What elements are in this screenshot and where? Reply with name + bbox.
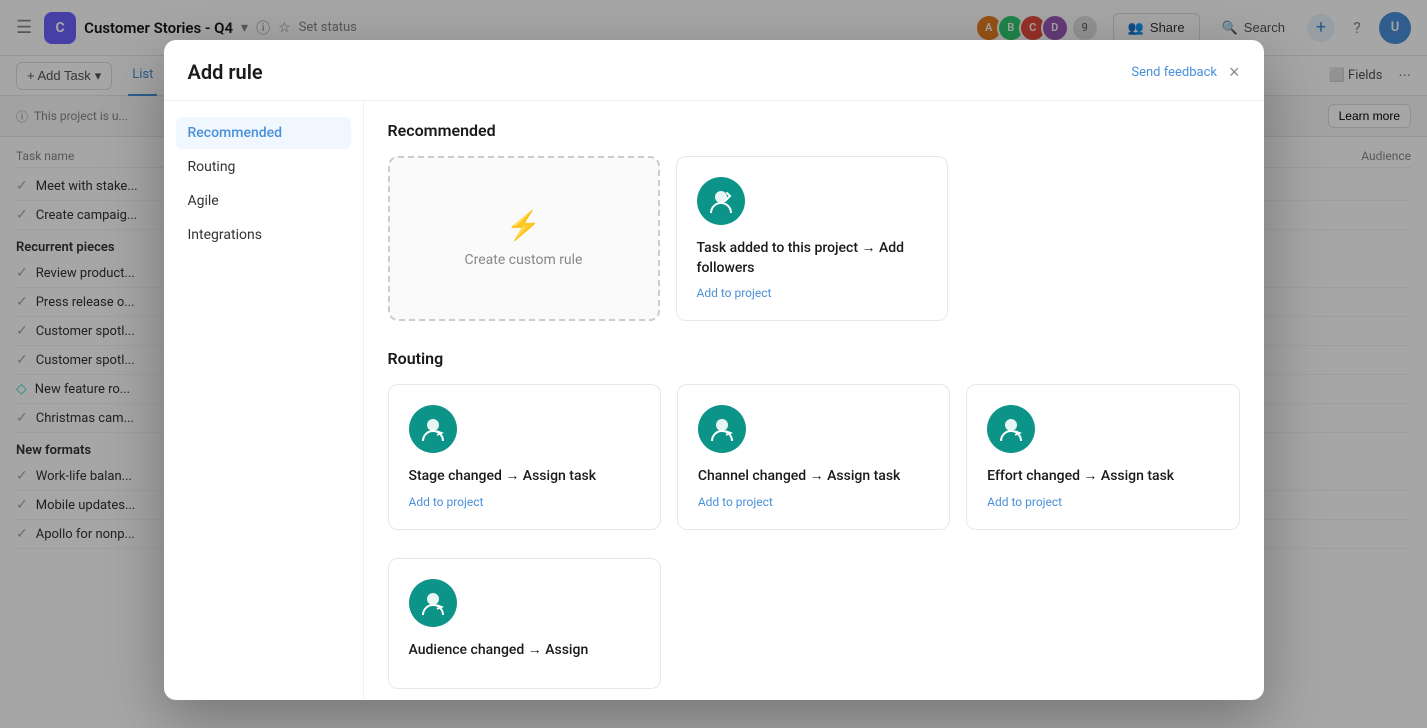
stage-changed-title: Stage changed → Assign task: [409, 467, 640, 487]
routing-section-title: Routing: [388, 349, 1240, 368]
lightning-icon: ⚡: [506, 209, 541, 242]
routing-section: Routing Stage changed → Ass: [388, 349, 1240, 689]
audience-changed-icon: [409, 579, 457, 627]
effort-changed-title: Effort changed → Assign task: [987, 467, 1218, 487]
recommended-section-title: Recommended: [388, 121, 1240, 140]
effort-changed-icon: [987, 405, 1035, 453]
close-button[interactable]: ×: [1229, 62, 1240, 83]
modal-header-actions: Send feedback ×: [1131, 62, 1239, 83]
sidebar-item-integrations[interactable]: Integrations: [176, 219, 351, 251]
recommended-grid: ⚡ Create custom rule Task added to: [388, 156, 948, 321]
modal-overlay: Add rule Send feedback × Recommended Rou…: [0, 0, 1427, 728]
send-feedback-link[interactable]: Send feedback: [1131, 65, 1217, 80]
task-added-icon: [697, 177, 745, 225]
modal-sidebar: Recommended Routing Agile Integrations: [164, 101, 364, 700]
routing-grid-row2: Audience changed → Assign: [388, 558, 1240, 690]
stage-changed-card[interactable]: Stage changed → Assign task Add to proje…: [388, 384, 661, 530]
modal-content: Recommended ⚡ Create custom rule: [364, 101, 1264, 700]
audience-changed-card[interactable]: Audience changed → Assign: [388, 558, 661, 690]
stage-changed-icon: [409, 405, 457, 453]
modal-header: Add rule Send feedback ×: [164, 40, 1264, 101]
channel-changed-icon: [698, 405, 746, 453]
create-custom-rule-card[interactable]: ⚡ Create custom rule: [388, 156, 660, 321]
sidebar-item-routing[interactable]: Routing: [176, 151, 351, 183]
effort-changed-card[interactable]: Effort changed → Assign task Add to proj…: [966, 384, 1239, 530]
add-rule-modal: Add rule Send feedback × Recommended Rou…: [164, 40, 1264, 700]
custom-rule-label: Create custom rule: [465, 252, 583, 268]
audience-changed-title: Audience changed → Assign: [409, 641, 640, 661]
modal-body: Recommended Routing Agile Integrations R…: [164, 101, 1264, 700]
task-added-sub[interactable]: Add to project: [697, 286, 927, 300]
sidebar-item-agile[interactable]: Agile: [176, 185, 351, 217]
task-added-title: Task added to this project → Add followe…: [697, 239, 927, 278]
channel-changed-card[interactable]: Channel changed → Assign task Add to pro…: [677, 384, 950, 530]
effort-changed-sub[interactable]: Add to project: [987, 495, 1218, 509]
routing-grid: Stage changed → Assign task Add to proje…: [388, 384, 1240, 530]
sidebar-item-recommended[interactable]: Recommended: [176, 117, 351, 149]
channel-changed-sub[interactable]: Add to project: [698, 495, 929, 509]
task-added-card[interactable]: Task added to this project → Add followe…: [676, 156, 948, 321]
modal-title: Add rule: [188, 60, 263, 84]
stage-changed-sub[interactable]: Add to project: [409, 495, 640, 509]
channel-changed-title: Channel changed → Assign task: [698, 467, 929, 487]
